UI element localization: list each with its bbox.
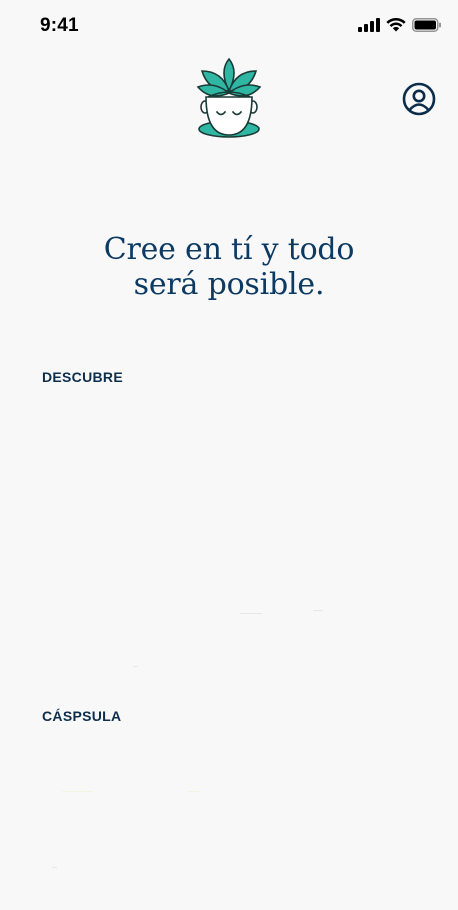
section-title-capsula: CÁSPSULA (42, 708, 122, 724)
capsula-carousel[interactable] (0, 735, 458, 910)
status-bar: 9:41 (0, 0, 458, 54)
user-profile-icon (402, 82, 436, 120)
profile-button[interactable] (402, 82, 436, 116)
quote-line-1: Cree en tí y todo (103, 232, 355, 267)
meditating-head-lotus-logo (196, 57, 262, 141)
battery-icon (412, 18, 442, 32)
descubre-carousel[interactable] (0, 395, 458, 695)
faint-artifact (240, 613, 262, 614)
motivational-quote: Cree en tí y todo será posible. (0, 232, 458, 302)
faint-artifact (62, 791, 92, 792)
status-icons (358, 18, 442, 32)
faint-artifact (188, 791, 200, 792)
status-time: 9:41 (40, 15, 79, 36)
signal-icon (358, 18, 380, 32)
faint-artifact (313, 610, 323, 611)
quote-line-2: será posible. (133, 267, 325, 302)
faint-artifact (52, 867, 57, 868)
section-title-descubre: DESCUBRE (42, 369, 123, 385)
wifi-icon (386, 18, 406, 32)
faint-artifact (133, 666, 138, 667)
